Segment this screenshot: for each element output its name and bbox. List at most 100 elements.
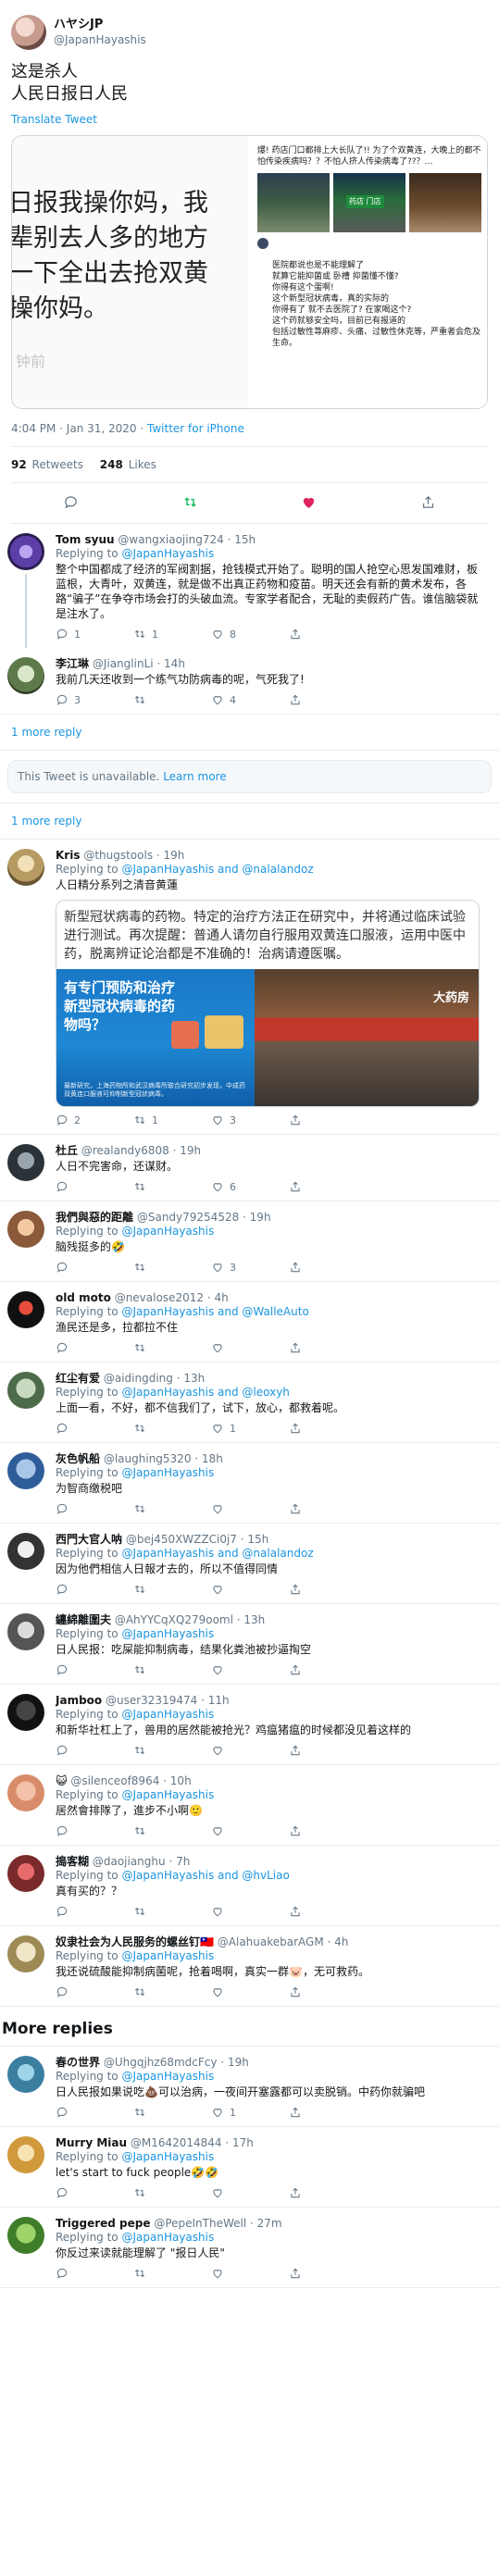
timestamp[interactable]: 4:04 PM · Jan 31, 2020 <box>11 422 137 435</box>
avatar[interactable] <box>7 1372 44 1409</box>
reply-author-handle[interactable]: @Sandy79254528 <box>137 1211 239 1224</box>
reply-item[interactable]: 奴隶社会为人民服务的螺丝钉🇹🇼 @AlahuakebarAGM · 4h Rep… <box>0 1926 499 2007</box>
replying-to-link[interactable]: @JapanHayashis <box>121 1466 214 1479</box>
reply-time[interactable]: · 13h <box>177 1372 206 1385</box>
reply-button[interactable] <box>56 1824 133 1837</box>
retweet-button[interactable] <box>133 1261 211 1274</box>
retweet-button[interactable] <box>133 1744 211 1757</box>
reply-button[interactable] <box>56 1261 133 1274</box>
avatar[interactable] <box>7 1774 44 1811</box>
retweet-button[interactable] <box>133 2106 211 2119</box>
reply-author-name[interactable]: Murry Miau <box>56 2136 127 2149</box>
reply-time[interactable]: · 18h <box>194 1452 223 1465</box>
replying-to-link[interactable]: @JapanHayashis <box>121 1788 214 1801</box>
avatar[interactable] <box>11 15 46 50</box>
reply-author-handle[interactable]: @JianglinLi <box>93 657 154 670</box>
reply-item[interactable]: Tom syuu @wangxiaojing724 · 15h Replying… <box>0 524 499 648</box>
more-replies-link[interactable]: 1 more reply <box>0 803 499 840</box>
like-button[interactable] <box>211 2267 289 2280</box>
reply-author-name[interactable]: Triggered pepe <box>56 2217 151 2230</box>
reply-author-name[interactable]: 搗客糊 <box>56 1855 89 1868</box>
reply-item[interactable]: 纏綿離圍夫 @AhYYCqXQ279ooml · 13h Replying to… <box>0 1604 499 1685</box>
reply-author-name[interactable]: 灰色帆船 <box>56 1452 100 1465</box>
reply-author-name[interactable]: 纏綿離圍夫 <box>56 1613 111 1626</box>
reply-item[interactable]: Kris @thugstools · 19h Replying to @Japa… <box>0 840 499 1135</box>
reply-author-handle[interactable]: @silenceof8964 <box>70 1774 159 1787</box>
retweet-button[interactable] <box>133 1824 211 1837</box>
reply-button[interactable]: 2 <box>56 1114 133 1126</box>
reply-author-name[interactable]: 奴隶社会为人民服务的螺丝钉🇹🇼 <box>56 1935 214 1948</box>
avatar[interactable] <box>7 1935 44 1972</box>
reply-button[interactable] <box>56 1985 133 1998</box>
avatar[interactable] <box>7 2217 44 2254</box>
more-replies-link[interactable]: 1 more reply <box>0 715 499 751</box>
reply-author-name[interactable]: 李江琳 <box>56 657 89 670</box>
reply-author-handle[interactable]: @user32319474 <box>106 1694 197 1707</box>
share-button[interactable] <box>289 1905 367 1918</box>
retweets-stat[interactable]: 92 Retweets <box>11 458 83 471</box>
reply-button[interactable] <box>56 1744 133 1757</box>
share-button[interactable] <box>289 2186 367 2199</box>
retweet-button[interactable]: 1 <box>133 628 211 641</box>
retweet-button[interactable] <box>182 494 198 510</box>
reply-time[interactable]: · 19h <box>220 2056 249 2069</box>
reply-media[interactable]: 新型冠状病毒的药物。特定的治疗方法正在研究中，并将通过临床试验进行测试。再次提醒… <box>56 900 480 1107</box>
media-image-right[interactable]: 爆! 药店门口都排上大长队了!! 为了个双黄连，大晚上的都不怕传染疾病吗？？不怕… <box>250 136 487 408</box>
avatar[interactable] <box>7 1533 44 1570</box>
replying-to-link[interactable]: @JapanHayashis <box>121 2231 214 2244</box>
reply-author-name[interactable]: 我們與惡的距離 <box>56 1211 133 1224</box>
share-button[interactable] <box>289 1341 367 1354</box>
reply-time[interactable]: · 4h <box>207 1291 229 1304</box>
replying-to-link[interactable]: @JapanHayashis and @hvLiao <box>121 1869 289 1882</box>
reply-author-handle[interactable]: @laughing5320 <box>104 1452 192 1465</box>
share-button[interactable] <box>289 1985 367 1998</box>
replying-to-link[interactable]: @JapanHayashis <box>121 547 214 560</box>
share-button[interactable] <box>289 1744 367 1757</box>
reply-author-name[interactable]: 杜丘 <box>56 1144 78 1157</box>
reply-item[interactable]: 红尘有爱 @aidingding · 13h Replying to @Japa… <box>0 1363 499 1443</box>
retweet-button[interactable] <box>133 1583 211 1596</box>
retweet-button[interactable] <box>133 1341 211 1354</box>
reply-author-handle[interactable]: @nevalose2012 <box>115 1291 204 1304</box>
reply-author-name[interactable]: Tom syuu <box>56 533 115 546</box>
avatar[interactable] <box>7 2056 44 2093</box>
reply-button[interactable] <box>56 2106 133 2119</box>
like-button[interactable] <box>211 1905 289 1918</box>
reply-button[interactable]: 1 <box>56 628 133 641</box>
client-link[interactable]: Twitter for iPhone <box>147 422 244 435</box>
replying-to-link[interactable]: @JapanHayashis and @leoxyh <box>121 1386 289 1399</box>
share-button[interactable] <box>289 1114 367 1126</box>
tweet-media[interactable]: 日报我操你妈，我 辈别去人多的地方 一下全出去抢双黄 操你妈。 钟前 爆! 药店… <box>11 135 488 409</box>
reply-author-name[interactable]: Jamboo <box>56 1694 102 1707</box>
avatar[interactable] <box>7 2136 44 2173</box>
like-button[interactable]: 3 <box>211 1114 289 1126</box>
reply-time[interactable]: · 27m <box>250 2217 282 2230</box>
share-button[interactable] <box>289 1824 367 1837</box>
avatar[interactable] <box>7 1291 44 1328</box>
avatar[interactable] <box>7 1855 44 1892</box>
replying-to-link[interactable]: @JapanHayashis and @nalalandoz <box>121 1547 313 1560</box>
share-button[interactable] <box>289 1583 367 1596</box>
reply-button[interactable] <box>56 1905 133 1918</box>
reply-author-handle[interactable]: @Uhgqjhz68mdcFcy <box>104 2056 218 2069</box>
like-button[interactable] <box>211 1985 289 1998</box>
like-button[interactable]: 6 <box>211 1180 289 1193</box>
like-button[interactable] <box>211 2186 289 2199</box>
reply-author-name[interactable]: 😺 <box>56 1774 68 1787</box>
translate-link[interactable]: Translate Tweet <box>11 113 488 126</box>
like-button[interactable]: 3 <box>211 1261 289 1274</box>
avatar[interactable] <box>7 533 44 570</box>
reply-button[interactable] <box>56 1422 133 1435</box>
share-button[interactable] <box>289 2106 367 2119</box>
reply-time[interactable]: · 19h <box>156 849 185 862</box>
avatar[interactable] <box>7 1613 44 1650</box>
replying-to-link[interactable]: @JapanHayashis <box>121 2150 214 2163</box>
reply-time[interactable]: · 11h <box>201 1694 230 1707</box>
reply-time[interactable]: · 4h <box>328 1935 349 1948</box>
retweet-button[interactable] <box>133 1180 211 1193</box>
like-button[interactable] <box>211 1744 289 1757</box>
reply-item[interactable]: 😺 @silenceof8964 · 10h Replying to @Japa… <box>0 1765 499 1846</box>
share-button[interactable] <box>420 494 436 510</box>
reply-item[interactable]: 西門大官人呐 @bej450XWZZCi0j7 · 15h Replying t… <box>0 1524 499 1604</box>
reply-author-handle[interactable]: @thugstools <box>83 849 153 862</box>
